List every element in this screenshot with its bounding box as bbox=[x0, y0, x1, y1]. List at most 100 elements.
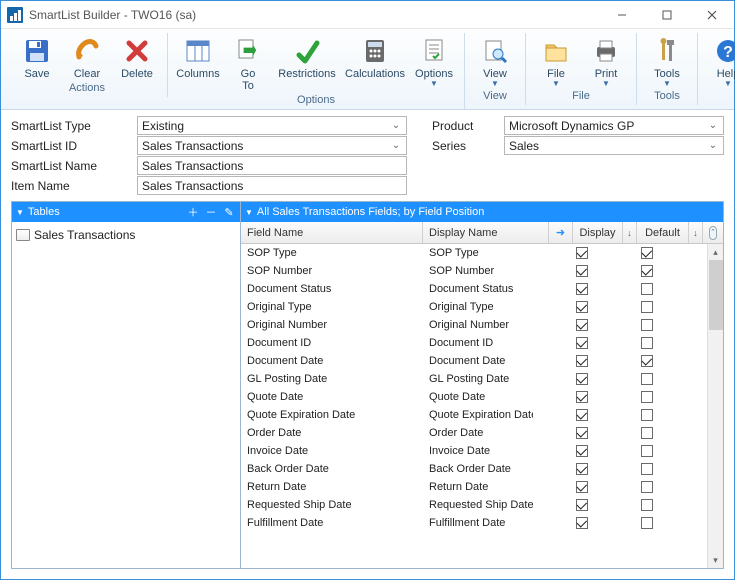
grid-row[interactable]: SOP TypeSOP Type bbox=[241, 244, 707, 262]
form-value: Sales Transactions bbox=[142, 179, 243, 193]
cell-default-checkbox[interactable] bbox=[621, 283, 673, 295]
svg-text:?: ? bbox=[723, 44, 733, 61]
col-expand-icon[interactable]: ˆ bbox=[703, 222, 723, 243]
col-display-sort-icon[interactable]: ↓ bbox=[623, 222, 637, 243]
cell-display-checkbox[interactable] bbox=[557, 391, 607, 403]
cell-display-checkbox[interactable] bbox=[557, 355, 607, 367]
grid-row[interactable]: Original NumberOriginal Number bbox=[241, 316, 707, 334]
cell-default-checkbox[interactable] bbox=[621, 265, 673, 277]
add-table-button[interactable]: ＋ bbox=[186, 204, 200, 220]
cell-display-checkbox[interactable] bbox=[557, 265, 607, 277]
cell-default-checkbox[interactable] bbox=[621, 247, 673, 259]
columns-button[interactable]: Columns bbox=[176, 33, 220, 92]
cell-display-checkbox[interactable] bbox=[557, 247, 607, 259]
tables-tree[interactable]: Sales Transactions bbox=[12, 222, 240, 568]
cell-display-checkbox[interactable] bbox=[557, 373, 607, 385]
grid-row[interactable]: Return DateReturn Date bbox=[241, 478, 707, 496]
tools-button[interactable]: Tools▼ bbox=[645, 33, 689, 88]
cell-default-checkbox[interactable] bbox=[621, 517, 673, 529]
cell-default-checkbox[interactable] bbox=[621, 337, 673, 349]
product-combobox[interactable]: Microsoft Dynamics GP⌄ bbox=[504, 116, 724, 135]
goto-icon bbox=[232, 35, 264, 67]
smartlist-id-combobox[interactable]: Sales Transactions⌄ bbox=[137, 136, 407, 155]
fields-pane: ▼ All Sales Transactions Fields; by Fiel… bbox=[240, 201, 724, 569]
cell-default-checkbox[interactable] bbox=[621, 355, 673, 367]
cell-field-name: Original Type bbox=[241, 301, 423, 313]
options-button[interactable]: Options▼ bbox=[412, 33, 456, 92]
scrollbar[interactable]: ▴ ▾ bbox=[707, 244, 723, 568]
cell-display-name: Document Status bbox=[423, 283, 533, 295]
col-lookup-icon[interactable]: ➜ bbox=[549, 222, 573, 243]
scroll-down-icon[interactable]: ▾ bbox=[708, 552, 723, 568]
cell-default-checkbox[interactable] bbox=[621, 373, 673, 385]
grid-row[interactable]: Quote DateQuote Date bbox=[241, 388, 707, 406]
grid-row[interactable]: Invoice DateInvoice Date bbox=[241, 442, 707, 460]
grid-row[interactable]: Document DateDocument Date bbox=[241, 352, 707, 370]
col-default[interactable]: Default bbox=[637, 222, 689, 243]
cell-display-name: Return Date bbox=[423, 481, 533, 493]
goto-button[interactable]: GoTo bbox=[226, 33, 270, 92]
col-field-name[interactable]: Field Name bbox=[241, 222, 423, 243]
cell-default-checkbox[interactable] bbox=[621, 463, 673, 475]
cell-default-checkbox[interactable] bbox=[621, 319, 673, 331]
cell-display-checkbox[interactable] bbox=[557, 283, 607, 295]
grid-row[interactable]: Document StatusDocument Status bbox=[241, 280, 707, 298]
calculations-button[interactable]: Calculations bbox=[344, 33, 406, 92]
table-item[interactable]: Sales Transactions bbox=[16, 226, 236, 244]
minimize-button[interactable] bbox=[599, 1, 644, 29]
dropdown-icon[interactable]: ▼ bbox=[245, 208, 253, 217]
cell-display-checkbox[interactable] bbox=[557, 409, 607, 421]
close-button[interactable] bbox=[689, 1, 734, 29]
smartlist-name-field[interactable]: Sales Transactions bbox=[137, 156, 407, 175]
grid-row[interactable]: Document IDDocument ID bbox=[241, 334, 707, 352]
cell-default-checkbox[interactable] bbox=[621, 445, 673, 457]
cell-field-name: Requested Ship Date bbox=[241, 499, 423, 511]
clear-button[interactable]: Clear bbox=[65, 33, 109, 80]
grid-row[interactable]: Requested Ship DateRequested Ship Date bbox=[241, 496, 707, 514]
help-button[interactable]: ?Help▼ bbox=[706, 33, 735, 92]
cell-default-checkbox[interactable] bbox=[621, 499, 673, 511]
edit-table-button[interactable]: ✎ bbox=[222, 206, 236, 219]
delete-button[interactable]: Delete bbox=[115, 33, 159, 80]
col-display[interactable]: Display bbox=[573, 222, 623, 243]
cell-default-checkbox[interactable] bbox=[621, 391, 673, 403]
cell-display-checkbox[interactable] bbox=[557, 463, 607, 475]
smartlist-type-combobox[interactable]: Existing⌄ bbox=[137, 116, 407, 135]
grid-row[interactable]: GL Posting DateGL Posting Date bbox=[241, 370, 707, 388]
dropdown-icon[interactable]: ▼ bbox=[16, 208, 24, 217]
cell-default-checkbox[interactable] bbox=[621, 481, 673, 493]
cell-display-checkbox[interactable] bbox=[557, 427, 607, 439]
grid-row[interactable]: Fulfillment DateFulfillment Date bbox=[241, 514, 707, 532]
view-button[interactable]: View▼ bbox=[473, 33, 517, 88]
grid-row[interactable]: Original TypeOriginal Type bbox=[241, 298, 707, 316]
scroll-thumb[interactable] bbox=[709, 260, 723, 330]
cell-display-checkbox[interactable] bbox=[557, 301, 607, 313]
series-combobox[interactable]: Sales⌄ bbox=[504, 136, 724, 155]
cell-display-checkbox[interactable] bbox=[557, 481, 607, 493]
item-name-field[interactable]: Sales Transactions bbox=[137, 176, 407, 195]
scroll-up-icon[interactable]: ▴ bbox=[708, 244, 723, 260]
cell-display-checkbox[interactable] bbox=[557, 337, 607, 349]
cell-default-checkbox[interactable] bbox=[621, 409, 673, 421]
cell-display-checkbox[interactable] bbox=[557, 445, 607, 457]
grid-row[interactable]: SOP NumberSOP Number bbox=[241, 262, 707, 280]
grid-row[interactable]: Quote Expiration DateQuote Expiration Da… bbox=[241, 406, 707, 424]
save-button[interactable]: Save bbox=[15, 33, 59, 80]
cell-display-checkbox[interactable] bbox=[557, 499, 607, 511]
cell-default-checkbox[interactable] bbox=[621, 427, 673, 439]
col-default-sort-icon[interactable]: ↓ bbox=[689, 222, 703, 243]
cell-display-name: Back Order Date bbox=[423, 463, 533, 475]
maximize-button[interactable] bbox=[644, 1, 689, 29]
cell-display-checkbox[interactable] bbox=[557, 319, 607, 331]
restrictions-button[interactable]: Restrictions bbox=[276, 33, 338, 92]
col-display-name[interactable]: Display Name bbox=[423, 222, 549, 243]
grid-row[interactable]: Order DateOrder Date bbox=[241, 424, 707, 442]
cell-default-checkbox[interactable] bbox=[621, 301, 673, 313]
file-button[interactable]: File▼ bbox=[534, 33, 578, 88]
remove-table-button[interactable]: － bbox=[204, 204, 218, 220]
table-icon bbox=[16, 229, 30, 241]
ribbon-button-label: Restrictions bbox=[278, 68, 335, 80]
cell-display-checkbox[interactable] bbox=[557, 517, 607, 529]
grid-row[interactable]: Back Order DateBack Order Date bbox=[241, 460, 707, 478]
print-button[interactable]: Print▼ bbox=[584, 33, 628, 88]
